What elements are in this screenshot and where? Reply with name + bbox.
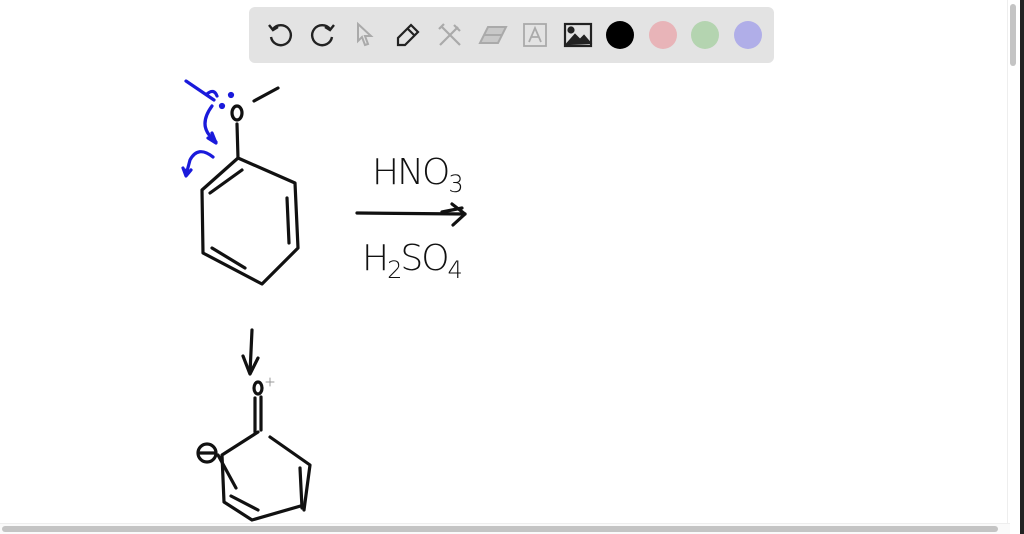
- eraser-tool[interactable]: [472, 15, 515, 55]
- tools-icon: [438, 23, 462, 46]
- resonance-arrow: [241, 328, 260, 376]
- horizontal-scroll-thumb[interactable]: [2, 526, 998, 532]
- color-green[interactable]: [684, 15, 727, 55]
- drawing-canvas[interactable]: [0, 0, 1024, 534]
- color-purple[interactable]: [727, 15, 770, 55]
- horizontal-scrollbar[interactable]: [0, 523, 1010, 534]
- reagent-h: H: [362, 238, 389, 279]
- undo-button[interactable]: [259, 15, 302, 55]
- undo-icon: [268, 24, 293, 47]
- tools-button[interactable]: [429, 15, 472, 55]
- double-bond-1: [208, 168, 244, 195]
- reagent-so: SO: [400, 238, 449, 279]
- color-swatch-purple: [733, 21, 762, 49]
- oxonium-atom: [252, 380, 264, 396]
- o-ring-bond: [235, 122, 240, 160]
- color-swatch-black: [606, 21, 635, 49]
- reagent-h2so4: H2SO4: [362, 238, 463, 285]
- select-icon: [357, 21, 374, 47]
- text-tool[interactable]: [514, 15, 557, 55]
- reagent-hno3-subscript: 3: [448, 170, 463, 199]
- oxygen-atom: [230, 104, 244, 122]
- color-pink[interactable]: [642, 15, 685, 55]
- eraser-icon: [478, 26, 508, 44]
- benzene-ring: [200, 156, 300, 286]
- vertical-scrollbar[interactable]: [1007, 0, 1018, 524]
- vertical-scroll-thumb[interactable]: [1010, 4, 1016, 66]
- color-swatch-green: [691, 21, 720, 49]
- plus-charge: [265, 377, 275, 387]
- electron-push-arrows: [181, 79, 235, 178]
- image-icon: [563, 22, 593, 48]
- color-black[interactable]: [599, 15, 642, 55]
- methyl-bond: [252, 86, 280, 103]
- reagent-so-subscript: 4: [447, 256, 463, 285]
- resonance-structure: [196, 377, 312, 522]
- pen-icon: [396, 23, 420, 47]
- double-bond-2: [285, 196, 291, 245]
- color-swatch-pink: [648, 21, 677, 49]
- reagent-h-subscript: 2: [387, 256, 402, 285]
- select-tool[interactable]: [344, 15, 387, 55]
- anisole-structure: [200, 86, 300, 286]
- reagent-hno3-text: HNO: [372, 152, 450, 193]
- redo-button[interactable]: [302, 15, 345, 55]
- redo-icon: [310, 24, 335, 47]
- ring: [220, 430, 312, 522]
- pen-tool[interactable]: [387, 15, 430, 55]
- carbonyl-double-bond: [253, 395, 263, 434]
- drawing-toolbar: [249, 7, 774, 63]
- reaction-arrow: [355, 202, 467, 227]
- window-edge: [1020, 0, 1024, 534]
- reagent-hno3: HNO3: [372, 152, 464, 199]
- text-icon: [523, 23, 548, 47]
- image-tool[interactable]: [557, 15, 600, 55]
